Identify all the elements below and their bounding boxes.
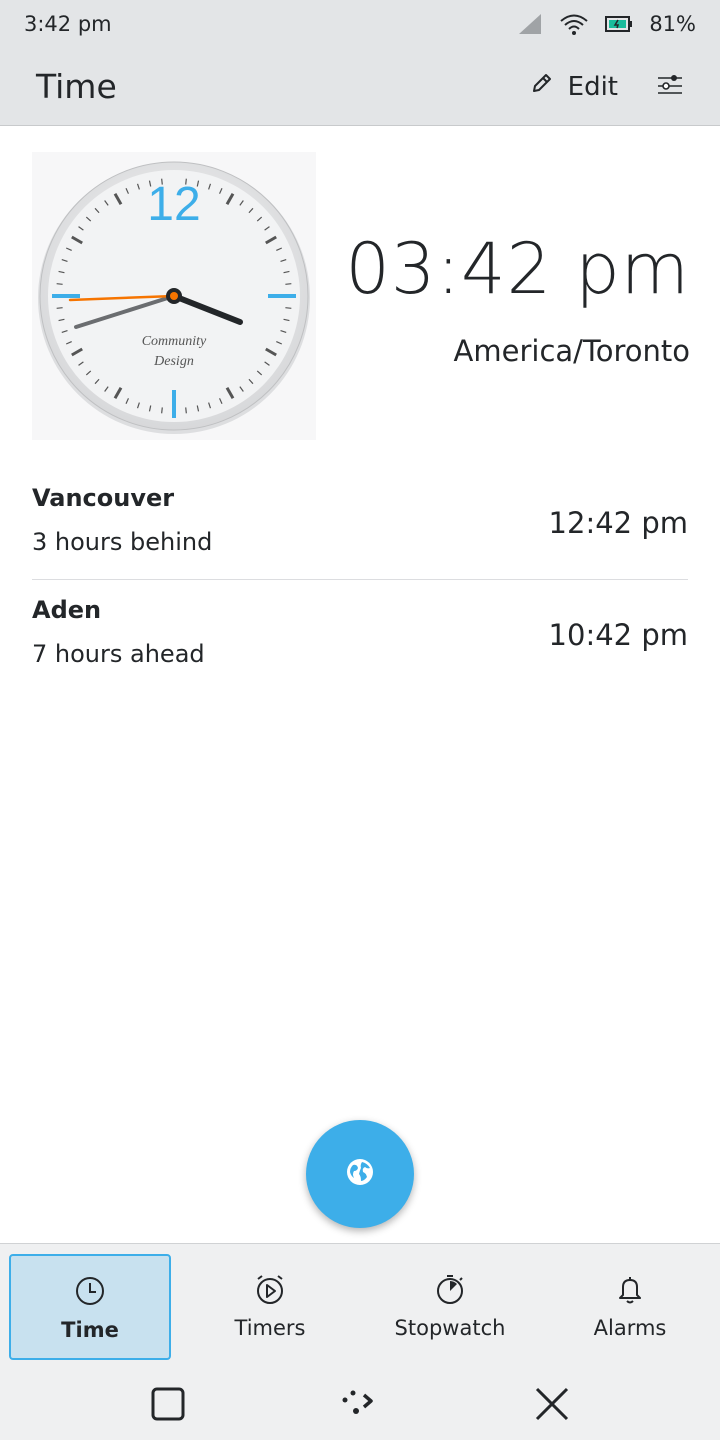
city-row[interactable]: Aden 7 hours ahead 10:42 pm [32, 580, 688, 692]
wifi-icon [559, 12, 589, 36]
clock-tick [285, 307, 292, 309]
sliders-icon [656, 74, 684, 101]
edit-label: Edit [567, 71, 618, 102]
launcher-button[interactable] [340, 1385, 380, 1425]
square-icon [150, 1387, 186, 1425]
analog-clock: 12 Community Design [32, 152, 316, 440]
clock-brand-line2: Design [153, 354, 194, 369]
edit-button[interactable]: Edit [530, 71, 618, 102]
tab-label: Time [61, 1318, 119, 1342]
status-time: 3:42 pm [24, 12, 112, 36]
clock-tick [185, 407, 187, 414]
app-header: Time Edit [0, 48, 720, 126]
current-timezone: America/Toronto [453, 334, 690, 368]
overview-button[interactable] [150, 1385, 186, 1425]
page-title: Time [36, 67, 117, 106]
status-bar: 3:42 pm 81% [0, 0, 720, 48]
add-timezone-button[interactable] [306, 1120, 414, 1228]
city-name: Vancouver [32, 484, 175, 512]
globe-icon [345, 1157, 375, 1191]
launcher-dots-icon [340, 1390, 380, 1425]
city-time: 12:42 pm [548, 506, 688, 540]
current-time: 03:42 pm [345, 228, 690, 310]
timer-icon [254, 1272, 286, 1306]
city-row[interactable]: Vancouver 3 hours behind 12:42 pm [32, 468, 688, 580]
settings-button[interactable] [656, 73, 684, 101]
bell-icon [614, 1272, 646, 1306]
city-offset: 7 hours ahead [32, 640, 205, 668]
pencil-icon [530, 71, 554, 102]
clock-twelve-numeral: 12 [147, 178, 200, 231]
battery-percent: 81% [649, 12, 696, 36]
tab-label: Stopwatch [394, 1316, 506, 1340]
tab-alarms[interactable]: Alarms [549, 1254, 711, 1360]
close-icon [534, 1387, 570, 1425]
stopwatch-icon [434, 1272, 466, 1306]
tab-timers[interactable]: Timers [189, 1254, 351, 1360]
tab-label: Timers [234, 1316, 306, 1340]
bottom-navigation: Time Timers Stopwatch Alarms [0, 1243, 720, 1365]
clock-tick [285, 283, 292, 285]
tab-time[interactable]: Time [9, 1254, 171, 1360]
clock-tick [161, 407, 163, 414]
tab-label: Alarms [593, 1316, 667, 1340]
city-name: Aden [32, 596, 102, 624]
city-offset: 3 hours behind [32, 528, 213, 556]
tab-stopwatch[interactable]: Stopwatch [369, 1254, 531, 1360]
clock-tick [56, 307, 63, 309]
city-time: 10:42 pm [548, 618, 688, 652]
clock-tick [56, 283, 63, 285]
clock-icon [74, 1274, 106, 1308]
cell-signal-icon [517, 12, 543, 36]
battery-icon [605, 15, 633, 33]
clock-brand-line1: Community [142, 334, 207, 349]
close-button[interactable] [534, 1385, 570, 1425]
world-clock-list: Vancouver 3 hours behind 12:42 pm Aden 7… [32, 468, 688, 692]
system-navigation-bar [0, 1365, 720, 1440]
